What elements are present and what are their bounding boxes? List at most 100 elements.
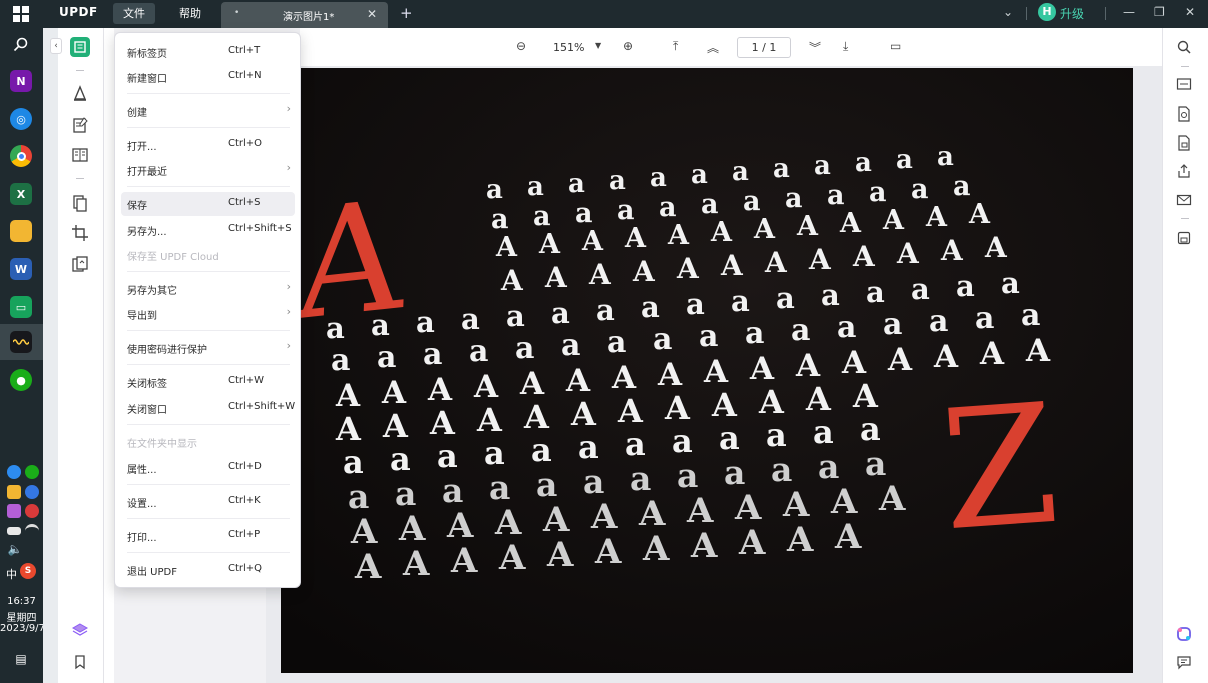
zoom-out-icon[interactable]: ⊖ — [516, 39, 526, 53]
word-icon[interactable]: W — [10, 258, 32, 280]
first-page-icon[interactable]: ⤒ — [673, 39, 678, 54]
tray-app-purple-icon[interactable] — [7, 504, 21, 518]
updf-taskbar-icon[interactable] — [10, 331, 32, 353]
close-window-icon[interactable]: ✕ — [1185, 5, 1195, 19]
photo-letter: a — [776, 281, 795, 315]
menu-item-open-recent[interactable]: 打开最近 › — [121, 158, 295, 182]
volume-icon[interactable]: 🔈 — [4, 538, 26, 560]
document-image[interactable]: aaaaaaaaaaaaaaaaaaaaaaaaAAAAAAAAAAAAAAAA… — [281, 68, 1133, 673]
wechat-icon[interactable]: ● — [10, 369, 32, 391]
photo-letter: a — [489, 468, 510, 507]
zoom-level[interactable]: 151% — [553, 41, 584, 54]
photo-letter: a — [596, 293, 615, 327]
notification-icon[interactable]: ▤ — [10, 648, 32, 670]
wifi-icon[interactable] — [25, 524, 39, 538]
menu-item-password-protect[interactable]: 使用密码进行保护 › — [121, 336, 295, 360]
comment-tool-icon[interactable] — [70, 83, 90, 103]
excel-icon[interactable]: X — [10, 183, 32, 205]
red-letter-z: Z — [936, 368, 1064, 568]
bookmark-icon[interactable] — [70, 652, 90, 672]
menu-item-close-tab[interactable]: 关闭标签 Ctrl+W — [121, 370, 295, 394]
chrome-icon[interactable] — [10, 145, 32, 167]
tray-wechat-icon[interactable] — [25, 465, 39, 479]
search-icon[interactable] — [10, 34, 32, 56]
clock-time[interactable]: 16:37 — [0, 596, 43, 607]
menu-item-export-to[interactable]: 导出到 › — [121, 302, 295, 326]
menu-file[interactable]: 文件 — [113, 3, 155, 24]
share-icon[interactable] — [1174, 161, 1194, 181]
convert-pdf-icon[interactable] — [70, 254, 90, 274]
tab-close-icon[interactable]: ✕ — [367, 7, 377, 21]
comments-list-icon[interactable] — [1174, 652, 1194, 672]
edit-pdf-icon[interactable] — [70, 115, 90, 135]
organize-pages-icon[interactable] — [70, 193, 90, 213]
tray-app-red-icon[interactable] — [25, 504, 39, 518]
onenote-icon[interactable]: N — [10, 70, 32, 92]
page-number-input[interactable]: 1 / 1 — [737, 37, 791, 58]
windows-start-icon[interactable] — [10, 3, 32, 25]
menu-help[interactable]: 帮助 — [169, 3, 211, 24]
menu-item-open[interactable]: 打开... Ctrl+O — [121, 133, 295, 157]
new-tab-plus-icon[interactable]: + — [400, 4, 413, 22]
menu-item-exit[interactable]: 退出 UPDF Ctrl+Q — [121, 558, 295, 582]
tool-divider — [76, 178, 84, 179]
photo-letter: A — [933, 339, 959, 375]
presentation-icon[interactable]: ▭ — [890, 39, 901, 53]
menu-item-settings[interactable]: 设置... Ctrl+K — [121, 490, 295, 514]
menu-item-print[interactable]: 打印... Ctrl+P — [121, 524, 295, 548]
screen-app-icon[interactable]: ▭ — [10, 296, 32, 318]
page-view-icon[interactable] — [70, 145, 90, 165]
protect-document-icon[interactable] — [1174, 133, 1194, 153]
tray-folder-icon[interactable] — [7, 485, 21, 499]
menu-divider — [127, 484, 290, 485]
file-explorer-icon[interactable] — [10, 220, 32, 242]
photo-letter: A — [830, 482, 858, 522]
clock-weekday[interactable]: 星期四 — [0, 609, 43, 624]
updf-ai-icon[interactable] — [1174, 624, 1194, 644]
next-page-icon[interactable]: ︾ — [809, 39, 821, 56]
sogou-icon[interactable]: S — [20, 563, 36, 579]
menu-item-close-window[interactable]: 关闭窗口 Ctrl+Shift+W — [121, 396, 295, 420]
photo-letter: A — [642, 529, 670, 569]
battery-icon[interactable] — [7, 527, 21, 535]
menu-item-save[interactable]: 保存 Ctrl+S — [121, 192, 295, 216]
previous-page-icon[interactable]: ︽ — [707, 39, 719, 56]
photo-letter: A — [749, 351, 775, 387]
minimize-icon[interactable]: — — [1123, 5, 1135, 19]
user-avatar[interactable]: H — [1038, 3, 1056, 21]
photo-letter: A — [690, 526, 718, 566]
document-tab[interactable]: • 演示图片1* ✕ — [221, 2, 388, 28]
tray-browser-icon[interactable] — [7, 465, 21, 479]
menu-item-new-tab[interactable]: 新标签页 Ctrl+T — [121, 40, 295, 64]
upgrade-button[interactable]: 升级 — [1060, 5, 1084, 22]
menu-item-save-as[interactable]: 另存为... Ctrl+Shift+S — [121, 218, 295, 242]
menu-divider — [127, 330, 290, 331]
photo-letter: a — [771, 450, 792, 489]
browser-q-icon[interactable]: ◎ — [10, 108, 32, 130]
save-document-icon[interactable] — [1174, 228, 1194, 248]
tray-app-blue-icon[interactable] — [25, 485, 39, 499]
updf-logo: UPDF — [59, 5, 98, 19]
menu-item-save-as-other[interactable]: 另存为其它 › — [121, 277, 295, 301]
ocr-icon[interactable] — [1174, 74, 1194, 94]
zoom-dropdown-chevron-icon[interactable]: ▼ — [595, 41, 601, 50]
tabs-dropdown-chevron-icon[interactable]: ⌄ — [1003, 5, 1013, 19]
search-text-icon[interactable] — [1174, 37, 1194, 57]
menu-item-create[interactable]: 创建 › — [121, 99, 295, 123]
zoom-in-icon[interactable]: ⊕ — [623, 39, 633, 53]
menu-divider — [127, 424, 290, 425]
photo-letter: A — [494, 503, 522, 543]
collapse-panel-chevron-icon[interactable]: ‹ — [50, 38, 62, 54]
crop-pages-icon[interactable] — [70, 223, 90, 243]
photo-letter: A — [611, 360, 637, 396]
menu-item-new-window[interactable]: 新建窗口 Ctrl+N — [121, 65, 295, 89]
last-page-icon[interactable]: ⤓ — [843, 39, 848, 54]
menu-item-properties[interactable]: 属性... Ctrl+D — [121, 456, 295, 480]
layers-icon[interactable] — [70, 620, 90, 640]
email-icon[interactable] — [1174, 190, 1194, 210]
convert-document-icon[interactable] — [1174, 104, 1194, 124]
restore-icon[interactable]: ❐ — [1154, 5, 1165, 19]
reader-mode-icon[interactable] — [70, 37, 90, 57]
photo-letter: a — [617, 195, 635, 226]
clock-date[interactable]: 2023/9/7 — [0, 623, 45, 634]
